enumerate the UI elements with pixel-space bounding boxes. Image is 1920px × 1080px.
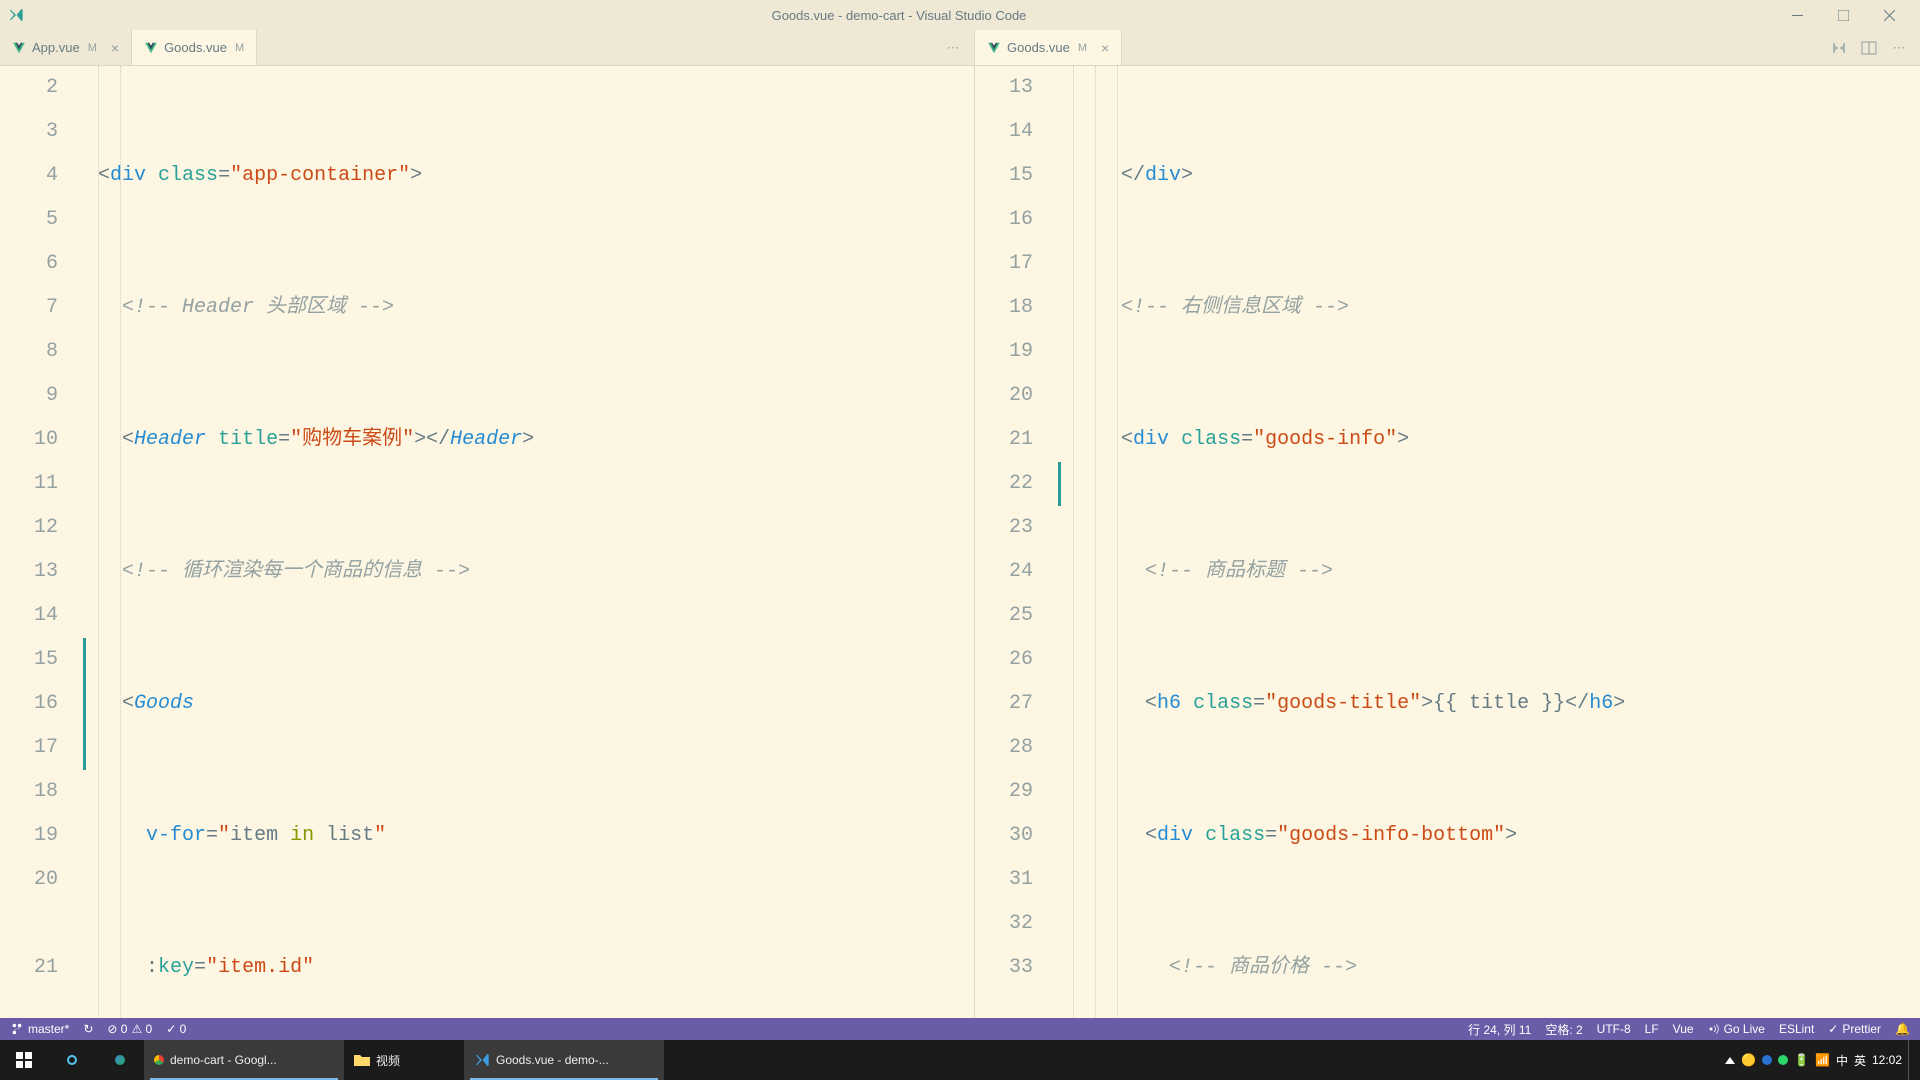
clock[interactable]: 12:02 xyxy=(1872,1053,1902,1067)
notifications-bell-icon[interactable]: 🔔 xyxy=(1895,1022,1910,1036)
edge-icon[interactable] xyxy=(96,1040,144,1080)
tab-modified-indicator: M xyxy=(1078,42,1087,54)
tray-overflow-icon[interactable] xyxy=(1725,1057,1735,1064)
start-button[interactable] xyxy=(0,1040,48,1080)
vue-icon xyxy=(12,41,26,55)
more-tabs-icon[interactable]: ⋯ xyxy=(942,37,964,59)
cursor-position[interactable]: 行 24, 列 11 xyxy=(1468,1021,1531,1038)
windows-taskbar: demo-cart - Googl... 视频 Goods.vue - demo… xyxy=(0,1040,1920,1080)
split-editor-icon[interactable] xyxy=(1858,37,1880,59)
editor-pane-left[interactable]: 2 3 4 5 6 7 8 9 10 11 12 13 14 15 16 17 … xyxy=(0,66,975,1018)
tab-bar: App.vue M × Goods.vue M ⋯ Goods.vue M × … xyxy=(0,30,1920,66)
errors-count[interactable]: ⊘ 0 ⚠ 0 xyxy=(107,1022,152,1036)
ime-input[interactable]: 英 xyxy=(1854,1052,1866,1069)
more-actions-icon[interactable]: ⋯ xyxy=(1888,37,1910,59)
tab-modified-indicator: M xyxy=(235,42,244,54)
tray-headphone-icon[interactable] xyxy=(1778,1055,1788,1065)
code-left[interactable]: <div class="app-container"> <!-- Header … xyxy=(86,66,974,1018)
close-icon[interactable]: × xyxy=(1101,40,1109,56)
tab-app-vue[interactable]: App.vue M × xyxy=(0,30,132,65)
gutter-left: 2 3 4 5 6 7 8 9 10 11 12 13 14 15 16 17 … xyxy=(0,66,86,1018)
maximize-button[interactable] xyxy=(1820,0,1866,30)
eol[interactable]: LF xyxy=(1645,1022,1659,1036)
editor-area: 2 3 4 5 6 7 8 9 10 11 12 13 14 15 16 17 … xyxy=(0,66,1920,1018)
git-branch[interactable]: master* xyxy=(10,1022,69,1036)
vue-icon xyxy=(987,41,1001,55)
compare-changes-icon[interactable] xyxy=(1828,37,1850,59)
language-mode[interactable]: Vue xyxy=(1673,1022,1694,1036)
tab-label: Goods.vue xyxy=(1007,40,1070,55)
vue-icon xyxy=(144,41,158,55)
minimize-button[interactable] xyxy=(1774,0,1820,30)
port-status[interactable]: ✓ 0 xyxy=(166,1022,186,1036)
prettier-status[interactable]: ✓ Prettier xyxy=(1828,1022,1881,1036)
tab-modified-indicator: M xyxy=(88,42,97,54)
sync-button[interactable]: ↻ xyxy=(83,1022,93,1036)
title-bar: Goods.vue - demo-cart - Visual Studio Co… xyxy=(0,0,1920,30)
show-desktop[interactable] xyxy=(1908,1040,1914,1080)
editor-pane-right[interactable]: 13 14 15 16 17 18 19 20 21 22 23 24 25 2… xyxy=(975,66,1920,1018)
code-right[interactable]: </div> <!-- 右侧信息区域 --> <div class="goods… xyxy=(1061,66,1920,1018)
status-bar: master* ↻ ⊘ 0 ⚠ 0 ✓ 0 行 24, 列 11 空格: 2 U… xyxy=(0,1018,1920,1040)
encoding[interactable]: UTF-8 xyxy=(1597,1022,1631,1036)
ime-lang[interactable]: 中 xyxy=(1836,1052,1848,1069)
taskbar-vscode[interactable]: Goods.vue - demo-... xyxy=(464,1040,664,1080)
tab-goods-vue-right[interactable]: Goods.vue M × xyxy=(975,30,1122,65)
go-live[interactable]: Go Live xyxy=(1708,1022,1765,1036)
tab-label: Goods.vue xyxy=(164,40,227,55)
window-title: Goods.vue - demo-cart - Visual Studio Co… xyxy=(24,8,1774,23)
gutter-right: 13 14 15 16 17 18 19 20 21 22 23 24 25 2… xyxy=(975,66,1061,1018)
tray-weather-icon[interactable]: 🟡 xyxy=(1741,1053,1756,1067)
tray-onedrive-icon[interactable] xyxy=(1762,1055,1772,1065)
tab-goods-vue-left[interactable]: Goods.vue M xyxy=(132,30,257,65)
indent-spaces[interactable]: 空格: 2 xyxy=(1545,1021,1582,1038)
tray-wifi-icon[interactable]: 📶 xyxy=(1815,1053,1830,1067)
close-window-button[interactable] xyxy=(1866,0,1912,30)
taskbar-folder[interactable]: 视频 xyxy=(344,1040,464,1080)
cortana-icon[interactable] xyxy=(48,1040,96,1080)
vscode-logo-icon xyxy=(8,7,24,23)
eslint-status[interactable]: ESLint xyxy=(1779,1022,1814,1036)
tab-label: App.vue xyxy=(32,40,80,55)
tray-battery-icon[interactable]: 🔋 xyxy=(1794,1053,1809,1067)
close-icon[interactable]: × xyxy=(111,40,119,56)
taskbar-chrome[interactable]: demo-cart - Googl... xyxy=(144,1040,344,1080)
